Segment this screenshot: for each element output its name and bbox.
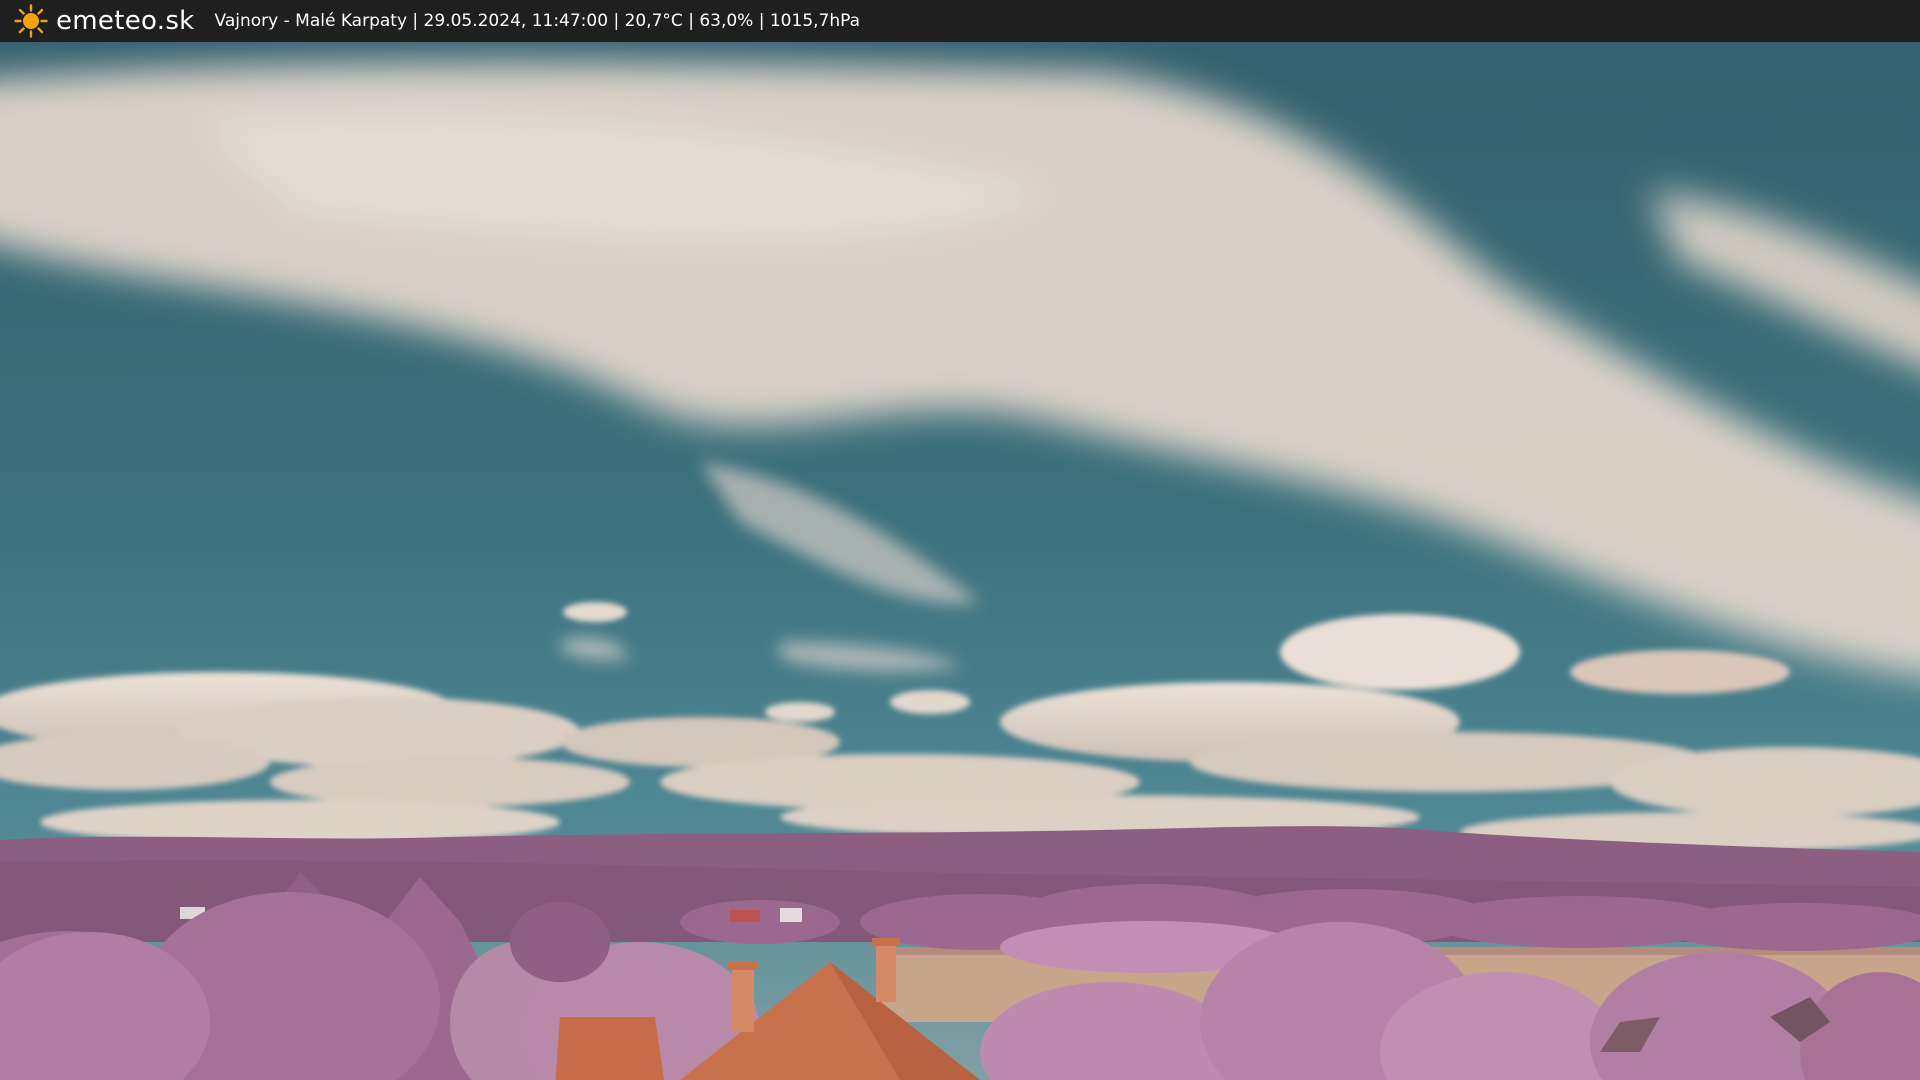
site-logo-text[interactable]: emeteo.sk xyxy=(56,6,195,36)
station-info: Vajnory - Malé Karpaty | 29.05.2024, 11:… xyxy=(214,11,861,31)
header-bar: emeteo.sk Vajnory - Malé Karpaty | 29.05… xyxy=(0,0,1920,42)
sun-icon xyxy=(14,4,48,38)
webcam-image xyxy=(0,42,1920,1080)
